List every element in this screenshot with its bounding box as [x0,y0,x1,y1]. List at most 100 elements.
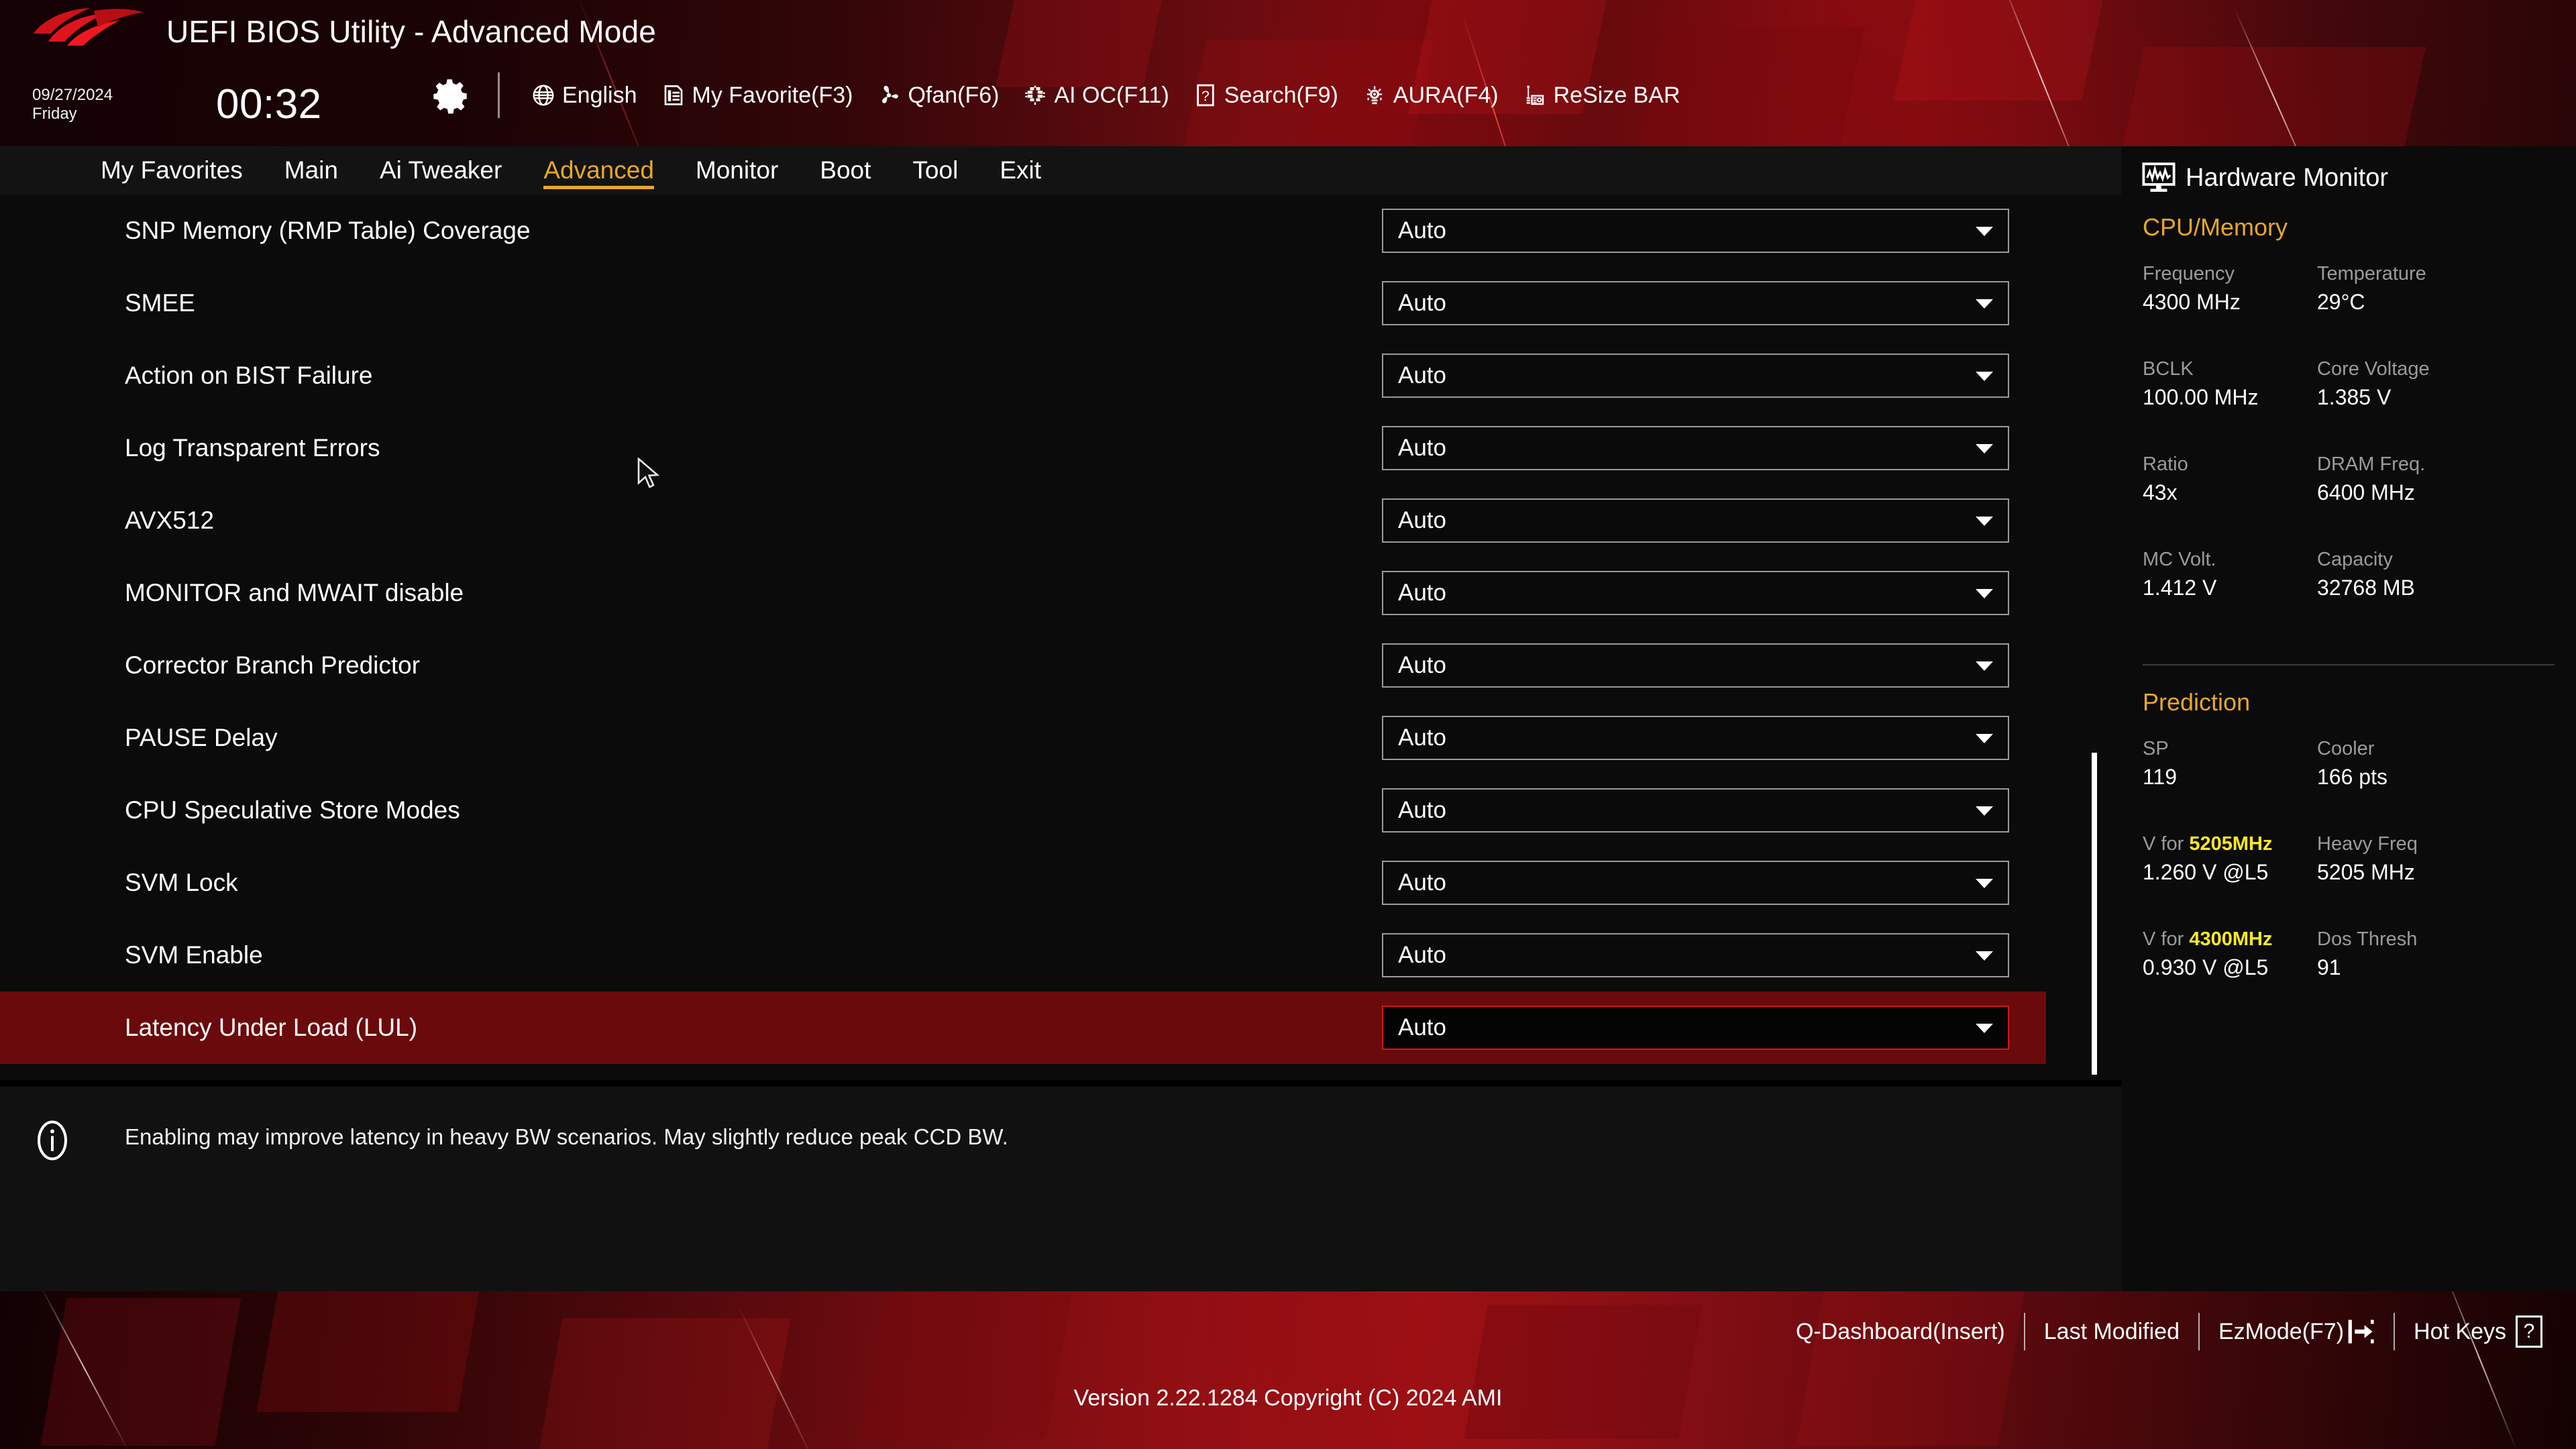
hw-stat: SP 119 [2143,735,2177,792]
tab-boot[interactable]: Boot [820,146,871,195]
hw-stat-value: 1.412 V [2143,576,2217,600]
setting-label: SMEE [125,289,195,317]
setting-row[interactable]: Latency Under Load (LUL) Auto [0,991,2046,1064]
setting-row[interactable]: Corrector Branch Predictor Auto [0,629,2046,702]
setting-dropdown-value: Auto [1398,435,1446,461]
chevron-down-icon [1976,372,1993,381]
setting-dropdown[interactable]: Auto [1382,354,2009,398]
chevron-down-icon [1976,589,1993,598]
ai-oc-button[interactable]: AI OC(F11) [1022,72,1169,118]
hw-stat-key-highlight: 5205MHz [2189,833,2273,855]
chevron-down-icon [1976,806,1993,816]
q-dashboard-button[interactable]: Q-Dashboard(Insert) [1796,1319,2005,1345]
setting-label: Log Transparent Errors [125,434,380,462]
setting-dropdown-value: Auto [1398,942,1446,968]
setting-row[interactable]: CPU Speculative Store Modes Auto [0,774,2046,847]
setting-dropdown[interactable]: Auto [1382,426,2009,470]
footer-divider [2023,1313,2025,1350]
hw-stat: MC Volt. 1.412 V [2143,546,2216,602]
setting-row[interactable]: SVM Lock Auto [0,847,2046,919]
hw-stat: V for 4300MHz 0.930 V @L5 [2143,926,2272,982]
resizebar-icon [1521,82,1548,109]
setting-row[interactable]: MONITOR and MWAIT disable Auto [0,557,2046,629]
header-tools: English My Favorite(F3) Qfan(F6) AI OC(F… [530,72,1703,118]
setting-dropdown-value: Auto [1398,1014,1446,1040]
setting-row[interactable]: Log Transparent Errors Auto [0,412,2046,484]
qfan-button[interactable]: Qfan(F6) [875,72,999,118]
exit-arrow-icon [2347,1316,2375,1347]
setting-dropdown[interactable]: Auto [1382,1006,2009,1050]
hw-stat: Temperature 29°C [2317,260,2426,317]
document-icon [660,82,687,109]
my-favorite-button[interactable]: My Favorite(F3) [660,72,853,118]
date-display: 09/27/2024 Friday [32,86,193,123]
resize-bar-label: ReSize BAR [1553,83,1680,108]
hw-stat: Frequency 4300 MHz [2143,260,2241,317]
hw-stat-key: V for 5205MHz [2143,833,2273,855]
hw-stat: Cooler 166 pts [2317,735,2387,792]
last-modified-button[interactable]: Last Modified [2044,1319,2180,1345]
setting-dropdown[interactable]: Auto [1382,498,2009,543]
hw-stat-value: 43x [2143,480,2178,504]
hw-stat-key: MC Volt. [2143,549,2216,570]
setting-dropdown[interactable]: Auto [1382,643,2009,688]
setting-dropdown[interactable]: Auto [1382,933,2009,977]
setting-row[interactable]: PAUSE Delay Auto [0,702,2046,774]
scrollbar-thumb[interactable] [2092,753,2097,1075]
day-text: Friday [32,105,77,123]
tab-main[interactable]: Main [284,146,338,195]
setting-dropdown[interactable]: Auto [1382,281,2009,325]
setting-dropdown[interactable]: Auto [1382,861,2009,905]
page-title: UEFI BIOS Utility - Advanced Mode [166,14,657,49]
footer-links: Q-Dashboard(Insert) Last Modified EzMode… [1796,1298,2542,1365]
footer-bar: Q-Dashboard(Insert) Last Modified EzMode… [0,1291,2576,1449]
tab-exit[interactable]: Exit [1000,146,1041,195]
chip-icon [1022,82,1049,109]
header-shard [1893,0,2105,101]
chevron-down-icon [1976,1024,1993,1033]
setting-dropdown[interactable]: Auto [1382,716,2009,760]
setting-dropdown[interactable]: Auto [1382,788,2009,833]
hw-stat-key: Cooler [2317,738,2375,759]
hw-stat-value: 0.930 V @L5 [2143,955,2269,979]
my-favorite-label: My Favorite(F3) [692,83,853,108]
hw-stat-value: 1.260 V @L5 [2143,860,2269,884]
setting-row[interactable]: Action on BIST Failure Auto [0,339,2046,412]
hw-stat-key: Heavy Freq [2317,833,2418,855]
setting-row[interactable]: SVM Enable Auto [0,919,2046,991]
tab-monitor[interactable]: Monitor [696,146,778,195]
tab-advanced[interactable]: Advanced [543,146,654,195]
hw-section-title: CPU/Memory [2143,213,2288,241]
hw-stat-key: Dos Thresh [2317,928,2418,950]
monitor-waveform-icon [2142,162,2176,192]
resize-bar-button[interactable]: ReSize BAR [1521,72,1680,118]
hardware-monitor-header: Hardware Monitor [2141,158,2388,197]
hw-stat: Heavy Freq 5205 MHz [2317,830,2418,887]
setting-dropdown[interactable]: Auto [1382,209,2009,253]
language-button[interactable]: English [530,72,637,118]
footer-divider [2198,1313,2200,1350]
setting-row[interactable]: SNP Memory (RMP Table) Coverage Auto [0,195,2046,267]
setting-label: SVM Enable [125,941,263,969]
setting-row[interactable]: SMEE Auto [0,267,2046,339]
setting-row[interactable]: AVX512 Auto [0,484,2046,557]
setting-label: MONITOR and MWAIT disable [125,579,464,606]
setting-dropdown-value: Auto [1398,290,1446,316]
hot-keys-button[interactable]: Hot Keys ? [2414,1316,2542,1348]
tab-tool[interactable]: Tool [912,146,958,195]
hw-stat-key: BCLK [2143,358,2194,380]
hw-stat-value: 91 [2317,955,2341,979]
search-button[interactable]: ? Search(F9) [1192,72,1338,118]
tab-ai-tweaker[interactable]: Ai Tweaker [380,146,502,195]
aura-button[interactable]: AURA(F4) [1361,72,1499,118]
gear-icon[interactable] [428,74,472,118]
setting-label: SNP Memory (RMP Table) Coverage [125,217,531,244]
chevron-down-icon [1976,879,1993,888]
setting-dropdown[interactable]: Auto [1382,571,2009,615]
hardware-monitor-title: Hardware Monitor [2186,164,2388,192]
setting-label: SVM Lock [125,869,238,896]
chevron-down-icon [1976,951,1993,961]
ez-mode-button[interactable]: EzMode(F7) [2218,1316,2375,1347]
hw-stat-key: DRAM Freq. [2317,453,2426,475]
tab-my-favorites[interactable]: My Favorites [101,146,243,195]
